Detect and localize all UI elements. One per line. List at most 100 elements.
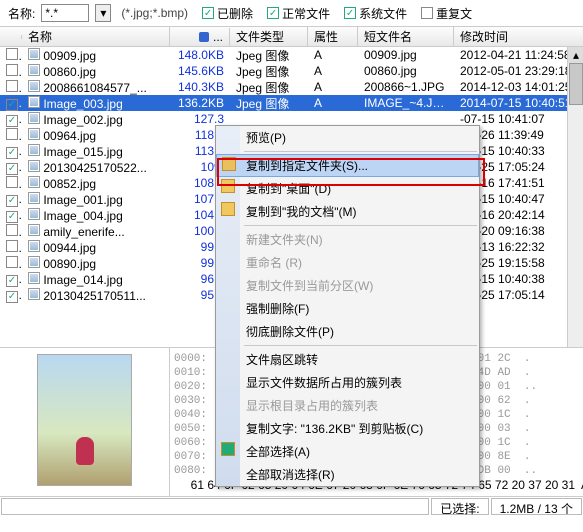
file-icon	[28, 80, 40, 92]
table-row[interactable]: 00909.jpg148.0KBJpeg 图像A00909.jpg2012-04…	[0, 47, 583, 63]
scroll-thumb[interactable]	[569, 63, 583, 105]
file-type: Jpeg 图像	[230, 47, 308, 64]
file-name: Image_001.jpg	[43, 193, 122, 207]
file-icon	[28, 272, 40, 284]
row-checkbox[interactable]: ✓	[6, 211, 18, 223]
label-repeat: 重复文	[436, 5, 472, 22]
file-name: 20130425170511...	[43, 289, 146, 303]
file-size: 140.3KB	[170, 80, 230, 94]
checkbox-normal[interactable]: ✓	[267, 7, 279, 19]
menu-force-delete[interactable]: 强制删除(F)	[216, 297, 479, 320]
extension-hint: (*.jpg;*.bmp)	[121, 6, 188, 20]
menu-preview[interactable]: 预览(P)	[216, 126, 479, 149]
file-icon	[28, 176, 40, 188]
file-icon	[28, 288, 40, 300]
col-header-type[interactable]: 文件类型	[230, 26, 308, 47]
name-label: 名称:	[8, 5, 35, 22]
menu-show-clusters[interactable]: 显示文件数据所占用的簇列表	[216, 371, 479, 394]
file-icon	[28, 240, 40, 252]
menu-deselect-all[interactable]: 全部取消选择(R)	[216, 463, 479, 486]
file-date: 2012-05-01 23:29:18	[454, 64, 583, 78]
file-name: 00944.jpg	[43, 241, 96, 255]
file-date: -07-15 10:41:07	[454, 112, 583, 126]
file-icon	[28, 224, 40, 236]
row-checkbox[interactable]	[6, 48, 18, 60]
context-menu: 预览(P) 复制到指定文件夹(S)... 复制到"桌面"(D) 复制到"我的文档…	[215, 125, 480, 487]
file-short-name: 00909.jpg	[358, 48, 454, 62]
menu-copy-to-folder[interactable]: 复制到指定文件夹(S)...	[216, 154, 479, 177]
row-checkbox[interactable]	[6, 224, 18, 236]
menu-copy-to-partition: 复制文件到当前分区(W)	[216, 274, 479, 297]
desktop-icon	[221, 179, 235, 193]
row-checkbox[interactable]: ✓	[6, 163, 18, 175]
row-checkbox[interactable]	[6, 176, 18, 188]
checkbox-repeat[interactable]	[421, 7, 433, 19]
row-checkbox[interactable]: ✓	[6, 115, 18, 127]
file-icon	[28, 256, 40, 268]
file-attr: A	[308, 80, 358, 94]
row-checkbox[interactable]	[6, 128, 18, 140]
checkbox-system[interactable]: ✓	[344, 7, 356, 19]
file-icon	[28, 128, 40, 140]
scroll-up-button[interactable]: ▴	[568, 47, 583, 63]
menu-perm-delete[interactable]: 彻底删除文件(P)	[216, 320, 479, 343]
file-icon	[28, 48, 40, 60]
status-size-count: 1.2MB / 13 个	[491, 498, 582, 515]
file-size: 145.6KB	[170, 64, 230, 78]
label-system: 系统文件	[359, 5, 407, 22]
file-name: 2008661084577_...	[43, 81, 146, 95]
row-checkbox[interactable]	[6, 240, 18, 252]
folder-open-icon	[222, 157, 236, 171]
row-checkbox[interactable]	[6, 256, 18, 268]
file-name: Image_002.jpg	[43, 113, 122, 127]
file-name: 00860.jpg	[43, 65, 96, 79]
row-checkbox[interactable]: ✓	[6, 195, 18, 207]
row-checkbox[interactable]	[6, 64, 18, 76]
file-icon	[28, 208, 40, 220]
file-type: Jpeg 图像	[230, 95, 308, 112]
menu-sector-jump[interactable]: 文件扇区跳转	[216, 348, 479, 371]
status-selected-label: 已选择:	[431, 498, 488, 515]
col-header-size[interactable]: ...	[170, 28, 230, 46]
col-header-sname[interactable]: 短文件名	[358, 26, 454, 47]
file-icon	[28, 160, 40, 172]
file-size: 136.2KB	[170, 96, 230, 110]
scrollbar-vertical[interactable]: ▴	[567, 47, 583, 347]
file-size: 127.3	[170, 112, 230, 126]
col-header-date[interactable]: 修改时间	[454, 26, 583, 47]
file-attr: A	[308, 96, 358, 110]
file-short-name: 200866~1.JPG	[358, 80, 454, 94]
row-checkbox[interactable]: ✓	[6, 99, 18, 111]
file-name: Image_004.jpg	[43, 209, 122, 223]
preview-pane	[0, 348, 170, 496]
row-checkbox[interactable]	[6, 80, 18, 92]
table-row[interactable]: 2008661084577_...140.3KBJpeg 图像A200866~1…	[0, 79, 583, 95]
col-header-attr[interactable]: 属性	[308, 26, 358, 47]
file-date: 2012-04-21 11:24:58	[454, 48, 583, 62]
menu-copy-to-desktop[interactable]: 复制到"桌面"(D)	[216, 177, 479, 200]
row-checkbox[interactable]: ✓	[6, 291, 18, 303]
menu-copy-to-docs[interactable]: 复制到"我的文档"(M)	[216, 200, 479, 223]
name-input[interactable]	[41, 4, 89, 22]
menu-new-folder: 新建文件夹(N)	[216, 228, 479, 251]
name-dropdown-button[interactable]: ▾	[95, 4, 111, 22]
row-checkbox[interactable]: ✓	[6, 147, 18, 159]
row-checkbox[interactable]: ✓	[6, 275, 18, 287]
file-short-name: 00860.jpg	[358, 64, 454, 78]
file-name: Image_014.jpg	[43, 273, 122, 287]
menu-copy-text[interactable]: 复制文字: "136.2KB" 到剪贴板(C)	[216, 417, 479, 440]
table-row[interactable]: ✓ Image_003.jpg136.2KBJpeg 图像AIMAGE_~4.J…	[0, 95, 583, 111]
col-header-name[interactable]: 名称	[22, 26, 170, 47]
file-icon	[28, 96, 40, 108]
file-attr: A	[308, 64, 358, 78]
file-icon	[28, 64, 40, 76]
menu-select-all[interactable]: 全部选择(A)	[216, 440, 479, 463]
file-icon	[28, 112, 40, 124]
status-bar: 已选择: 1.2MB / 13 个	[0, 496, 583, 516]
file-date: 2014-07-15 10:40:51	[454, 96, 583, 110]
preview-image	[37, 354, 132, 486]
check-icon	[221, 442, 235, 456]
checkbox-deleted[interactable]: ✓	[202, 7, 214, 19]
table-row[interactable]: 00860.jpg145.6KBJpeg 图像A00860.jpg2012-05…	[0, 63, 583, 79]
file-name: 20130425170522...	[43, 161, 146, 175]
